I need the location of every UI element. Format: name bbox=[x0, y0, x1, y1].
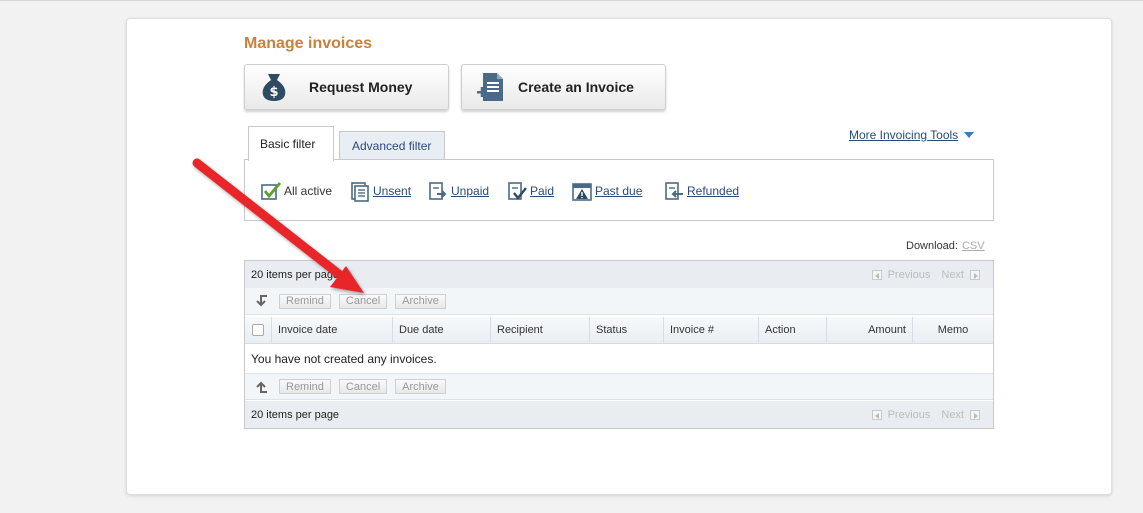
next-link[interactable]: Next bbox=[941, 269, 964, 281]
create-invoice-label: Create an Invoice bbox=[518, 79, 634, 95]
pager-row-bottom: 20 items per page Previous Next bbox=[245, 401, 993, 428]
previous-arrow-icon-bottom[interactable] bbox=[871, 409, 882, 420]
top-border bbox=[0, 0, 1143, 1]
filter-unpaid[interactable]: Unpaid bbox=[427, 180, 489, 202]
column-action[interactable]: Action bbox=[759, 316, 827, 344]
page-title: Manage invoices bbox=[244, 35, 373, 52]
download-label: Download: bbox=[906, 240, 958, 252]
money-bag-icon: $ bbox=[257, 70, 291, 104]
column-invoice-number[interactable]: Invoice # bbox=[664, 316, 759, 344]
filter-refunded[interactable]: Refunded bbox=[663, 180, 739, 202]
remind-button-bottom[interactable]: Remind bbox=[279, 379, 331, 394]
check-doc-icon bbox=[261, 182, 282, 200]
previous-link[interactable]: Previous bbox=[888, 269, 931, 281]
doc-return-icon bbox=[665, 182, 683, 200]
action-row-top: Remind Cancel Archive bbox=[245, 288, 993, 315]
cancel-button[interactable]: Cancel bbox=[338, 293, 388, 309]
more-invoicing-tools-link[interactable]: More Invoicing Tools bbox=[849, 128, 975, 142]
filter-unsent[interactable]: Unsent bbox=[349, 180, 411, 202]
column-invoice-date[interactable]: Invoice date bbox=[272, 316, 393, 344]
invoice-add-icon bbox=[474, 70, 508, 104]
create-invoice-button[interactable]: Create an Invoice bbox=[461, 64, 666, 110]
filter-past-due[interactable]: Past due bbox=[571, 180, 642, 202]
arrow-up-left-icon bbox=[256, 381, 267, 393]
more-invoicing-tools-label: More Invoicing Tools bbox=[849, 128, 959, 142]
previous-link-bottom[interactable]: Previous bbox=[888, 409, 931, 421]
next-arrow-icon-bottom[interactable] bbox=[970, 409, 980, 420]
tab-advanced-filter[interactable]: Advanced filter bbox=[339, 131, 445, 159]
items-per-page-bottom[interactable]: 20 items per page bbox=[251, 409, 339, 421]
column-memo[interactable]: Memo bbox=[913, 317, 993, 344]
next-link-bottom[interactable]: Next bbox=[941, 409, 964, 421]
remind-button[interactable]: Remind bbox=[279, 293, 331, 309]
svg-text:$: $ bbox=[269, 85, 278, 100]
next-arrow-icon[interactable] bbox=[970, 269, 980, 280]
column-status[interactable]: Status bbox=[590, 316, 664, 344]
doc-arrow-icon bbox=[429, 182, 447, 200]
empty-message: You have not created any invoices. bbox=[251, 352, 437, 366]
pager-bottom: Previous Next bbox=[869, 409, 983, 421]
chevron-down-icon bbox=[964, 132, 975, 138]
arrow-down-left-icon bbox=[256, 295, 267, 307]
download-row: Download: CSV bbox=[906, 240, 985, 252]
invoice-grid: 20 items per page Previous Next Remind C… bbox=[244, 260, 994, 429]
column-due-date[interactable]: Due date bbox=[393, 316, 491, 344]
doc-icon bbox=[351, 182, 369, 202]
archive-button[interactable]: Archive bbox=[395, 293, 446, 309]
table-header: Invoice date Due date Recipient Status I… bbox=[245, 316, 993, 344]
pager-row-top: 20 items per page Previous Next bbox=[245, 261, 993, 288]
filter-all-active[interactable]: All active bbox=[260, 180, 332, 202]
previous-arrow-icon[interactable] bbox=[871, 269, 882, 280]
archive-button-bottom[interactable]: Archive bbox=[395, 379, 446, 394]
csv-download-link[interactable]: CSV bbox=[962, 240, 985, 252]
request-money-button[interactable]: $ Request Money bbox=[244, 64, 449, 110]
items-per-page[interactable]: 20 items per page bbox=[251, 269, 339, 281]
filter-paid[interactable]: Paid bbox=[506, 180, 554, 202]
select-all-checkbox[interactable] bbox=[252, 324, 264, 336]
request-money-label: Request Money bbox=[309, 79, 413, 95]
cancel-button-bottom[interactable]: Cancel bbox=[338, 379, 388, 394]
action-row-bottom: Remind Cancel Archive bbox=[245, 373, 993, 400]
doc-check-icon bbox=[508, 182, 527, 200]
select-all-cell bbox=[245, 316, 272, 344]
column-recipient[interactable]: Recipient bbox=[491, 316, 590, 344]
tab-basic-filter[interactable]: Basic filter bbox=[248, 126, 334, 161]
pager-top: Previous Next bbox=[869, 269, 983, 281]
column-amount[interactable]: Amount bbox=[827, 316, 913, 344]
calendar-warning-icon bbox=[572, 183, 592, 201]
